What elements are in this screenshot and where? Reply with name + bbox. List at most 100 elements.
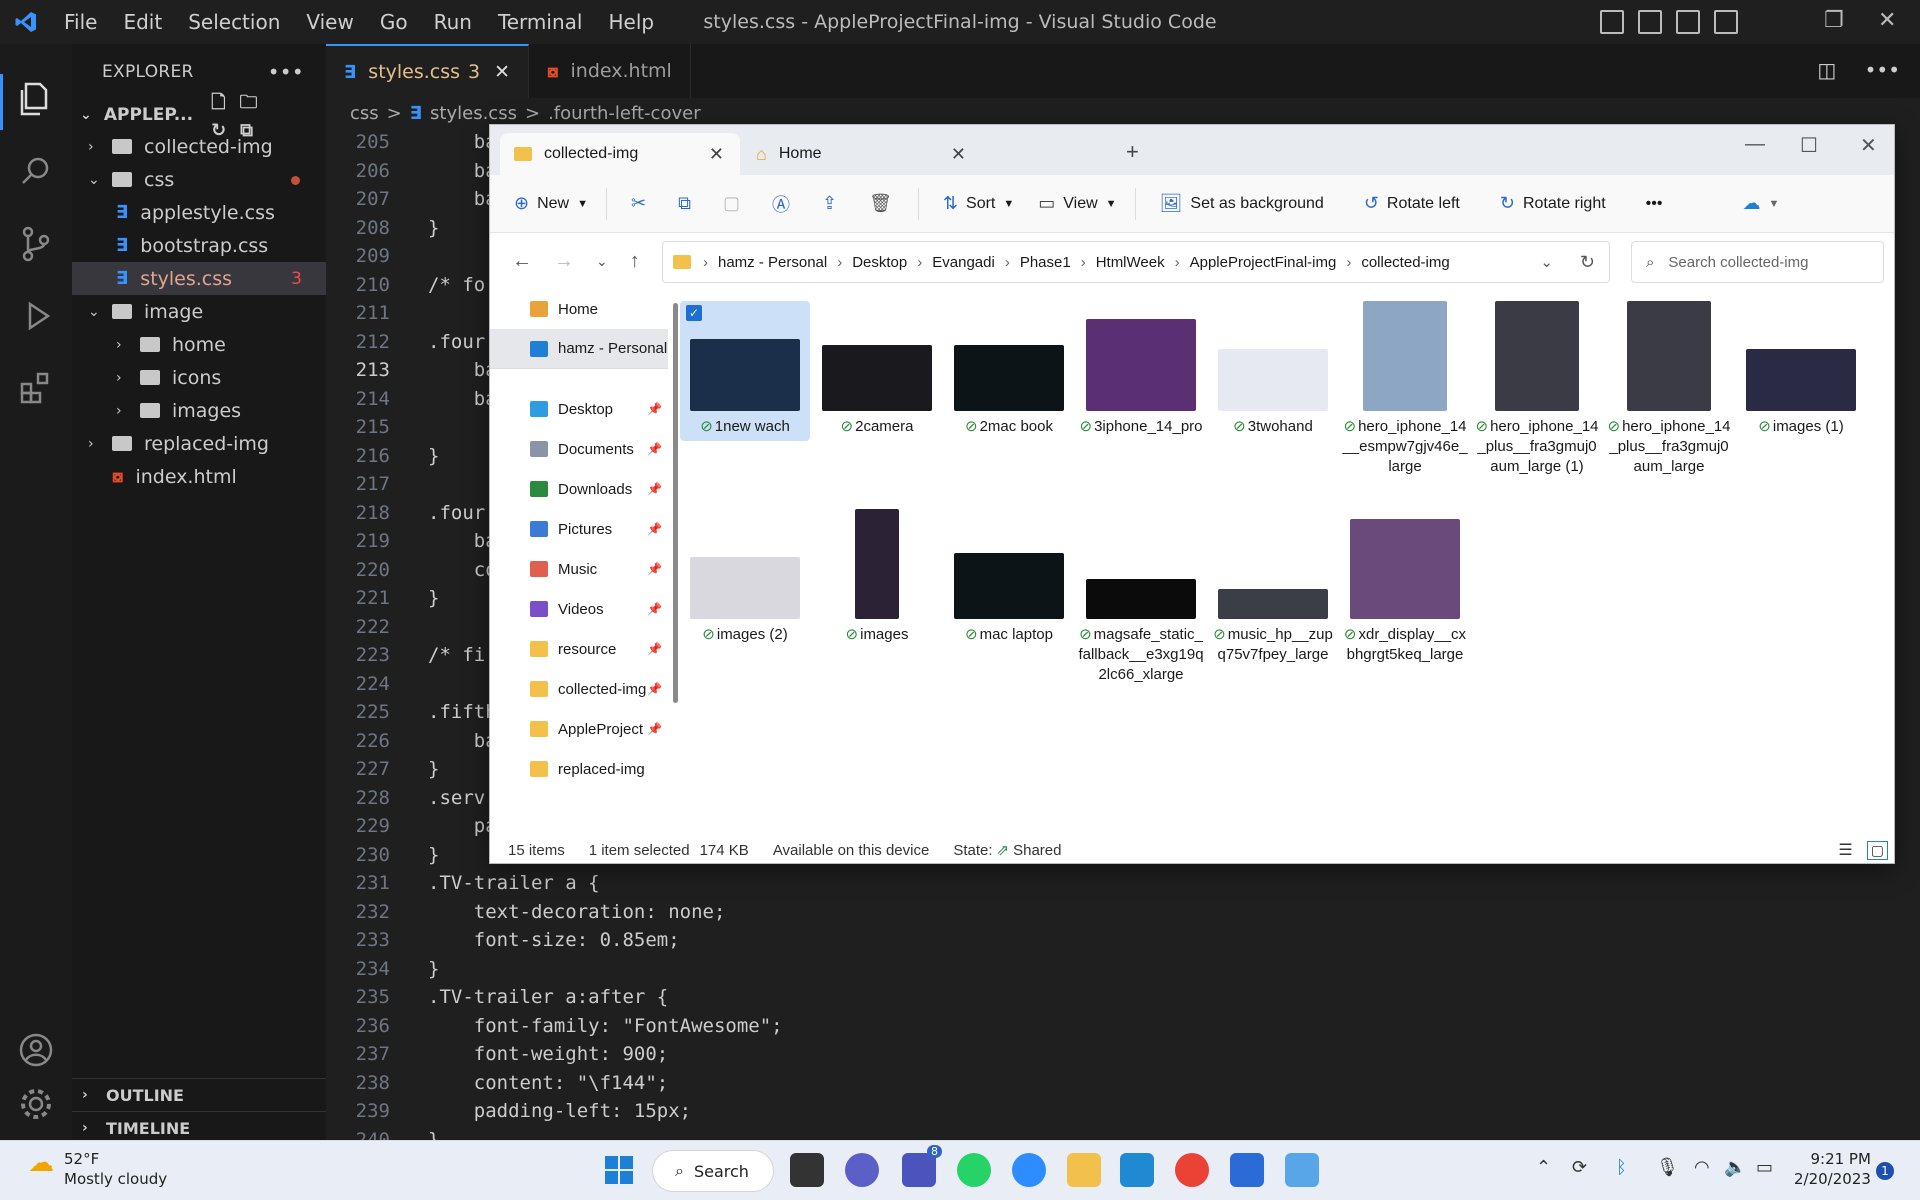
restore-icon[interactable]: ❐ xyxy=(1824,8,1844,33)
extensions-icon[interactable] xyxy=(16,368,56,408)
file-tile[interactable]: ⊘ images (2) xyxy=(680,509,810,645)
nav-item[interactable]: AppleProject 📌 xyxy=(490,709,668,749)
new-button[interactable]: ⊕ New ▼ xyxy=(514,193,588,214)
bluetooth-icon[interactable]: ᛒ xyxy=(1616,1157,1627,1178)
address-segment[interactable]: hamz - Personal xyxy=(718,254,827,271)
tree-item[interactable]: ⌄ image xyxy=(72,295,326,328)
file-tile[interactable]: ⊘ images xyxy=(812,509,942,645)
nav-item[interactable]: Downloads 📌 xyxy=(490,469,668,509)
file-explorer-icon[interactable] xyxy=(1067,1153,1101,1187)
toggle-secondary-sidebar-icon[interactable] xyxy=(1676,10,1700,34)
microphone-icon[interactable]: 🎙 xyxy=(1656,1157,1679,1178)
close-tab-icon[interactable]: ✕ xyxy=(494,61,510,83)
breadcrumb-item[interactable]: css xyxy=(350,103,379,124)
settings-gear-icon[interactable] xyxy=(16,1084,56,1124)
breadcrumb-item[interactable]: .fourth-left-cover xyxy=(548,103,701,124)
zoom-icon[interactable] xyxy=(1012,1153,1046,1187)
show-hidden-icons-icon[interactable]: ⌃ xyxy=(1536,1157,1551,1178)
notification-badge[interactable]: 1 xyxy=(1876,1162,1894,1180)
menu-run[interactable]: Run xyxy=(434,10,472,34)
nav-item[interactable]: hamz - Personal xyxy=(490,329,668,369)
nav-item[interactable]: resource 📌 xyxy=(490,629,668,669)
menu-help[interactable]: Help xyxy=(608,10,654,34)
teams-chat-icon[interactable] xyxy=(845,1153,879,1187)
onedrive-icon[interactable]: ☁ ▼ xyxy=(1742,193,1779,214)
file-tile[interactable]: ⊘ 2mac book xyxy=(944,301,1074,437)
snipping-tool-icon[interactable] xyxy=(1285,1153,1319,1187)
chevron-down-icon[interactable]: ⌄ xyxy=(1540,253,1553,271)
address-segment[interactable]: HtmlWeek xyxy=(1096,254,1165,271)
refresh-icon[interactable]: ↻ xyxy=(1580,252,1595,273)
split-editor-icon[interactable]: ◫ xyxy=(1817,58,1836,82)
toggle-sidebar-icon[interactable] xyxy=(1600,10,1624,34)
tree-item[interactable]: ∃ bootstrap.css xyxy=(72,229,326,262)
close-window-icon[interactable]: ✕ xyxy=(1860,133,1877,158)
workspace-root[interactable]: ⌄ APPLEP... 🗋🗀↻⧉ xyxy=(72,92,326,141)
sort-button[interactable]: ⇅ Sort ▼ xyxy=(943,193,1014,214)
file-tile[interactable]: ✓ ⊘ 1new wach xyxy=(680,301,810,441)
maximize-icon[interactable]: ☐ xyxy=(1800,133,1818,158)
tab-styles-css[interactable]: ∃ styles.css 3 ✕ xyxy=(326,44,530,98)
cut-icon[interactable]: ✂ xyxy=(631,193,654,214)
teams-icon[interactable]: 8 xyxy=(902,1145,942,1187)
delete-icon[interactable]: 🗑 xyxy=(869,193,900,214)
address-bar[interactable]: › hamz - Personal › Desktop › Evangadi › Ph… xyxy=(662,241,1610,283)
nav-item[interactable]: collected-img 📌 xyxy=(490,669,668,709)
breadcrumb-item[interactable]: styles.css xyxy=(430,103,517,124)
run-debug-icon[interactable] xyxy=(16,296,56,336)
file-tile[interactable]: ⊘ hero_iphone_14__esmpw7gjv46e_large xyxy=(1340,301,1470,477)
battery-icon[interactable]: ▭ xyxy=(1756,1157,1773,1178)
outline-section[interactable]: › OUTLINE xyxy=(72,1078,326,1111)
file-tile[interactable]: ⊘ hero_iphone_14_plus__fra3gmuj0aum_large… xyxy=(1472,301,1602,477)
menu-file[interactable]: File xyxy=(64,10,97,34)
tab-home[interactable]: ⌂ Home ✕ xyxy=(742,133,982,175)
search-icon[interactable] xyxy=(16,152,56,192)
set-background-button[interactable]: 🖼 Set as background xyxy=(1160,193,1324,214)
tree-item[interactable]: ⌄ css xyxy=(72,163,326,196)
tree-item[interactable]: › icons xyxy=(72,361,326,394)
customize-layout-icon[interactable] xyxy=(1714,10,1738,34)
file-tile[interactable]: ⊘ hero_iphone_14_plus__fra3gmuj0aum_large xyxy=(1604,301,1734,477)
whatsapp-icon[interactable] xyxy=(957,1153,991,1187)
file-tile[interactable]: ⊘ 2camera xyxy=(812,301,942,437)
task-view-icon[interactable] xyxy=(790,1153,824,1187)
tree-item[interactable]: ∃ styles.css 3 xyxy=(72,262,326,295)
file-tile[interactable]: ⊘ images (1) xyxy=(1736,301,1866,437)
nav-item[interactable]: Desktop 📌 xyxy=(490,389,668,429)
windows-start-icon[interactable] xyxy=(604,1155,634,1185)
nav-item[interactable]: Pictures 📌 xyxy=(490,509,668,549)
view-button[interactable]: ▭ View ▼ xyxy=(1038,193,1116,214)
menu-edit[interactable]: Edit xyxy=(123,10,162,34)
volume-icon[interactable]: 🔈 xyxy=(1724,1157,1746,1178)
toggle-panel-icon[interactable] xyxy=(1638,10,1662,34)
address-segment[interactable]: Desktop xyxy=(852,254,907,271)
new-tab-icon[interactable]: + xyxy=(1126,139,1139,165)
share-icon[interactable]: ⇪ xyxy=(822,193,845,214)
details-view-icon[interactable]: ☰ xyxy=(1838,840,1852,860)
menu-view[interactable]: View xyxy=(306,10,353,34)
weather-widget[interactable]: ☁ 52°F Mostly cloudy xyxy=(28,1149,167,1189)
tree-item[interactable]: ∃ applestyle.css xyxy=(72,196,326,229)
tab-collected-img[interactable]: collected-img ✕ xyxy=(500,133,740,175)
tab-index-html[interactable]: ⧇ index.html xyxy=(529,44,691,98)
source-control-icon[interactable] xyxy=(16,224,56,264)
tree-item[interactable]: ⧇ index.html xyxy=(72,460,326,493)
account-icon[interactable] xyxy=(16,1030,56,1070)
up-arrow-icon[interactable]: ↑ xyxy=(630,250,640,273)
menu-selection[interactable]: Selection xyxy=(188,10,280,34)
wifi-icon[interactable]: ◠ xyxy=(1694,1157,1710,1178)
nav-item[interactable]: replaced-img xyxy=(490,749,668,789)
rotate-left-button[interactable]: ↺ Rotate left xyxy=(1364,193,1460,214)
address-segment[interactable]: collected-img xyxy=(1361,254,1449,271)
rename-icon[interactable]: Ⓐ xyxy=(772,191,798,217)
more-actions-icon[interactable]: ••• xyxy=(1865,58,1900,82)
nav-item[interactable]: Videos 📌 xyxy=(490,589,668,629)
clock[interactable]: 9:21 PM 2/20/2023 xyxy=(1794,1149,1871,1189)
menu-terminal[interactable]: Terminal xyxy=(498,10,583,34)
menu-go[interactable]: Go xyxy=(380,10,408,34)
file-tile[interactable]: ⊘ xdr_display__cxbhgrgt5keq_large xyxy=(1340,509,1470,665)
more-options-button[interactable]: ••• xyxy=(1646,195,1663,213)
explorer-files-icon[interactable] xyxy=(16,78,56,118)
minimize-icon[interactable]: — xyxy=(1745,133,1765,156)
photos-icon[interactable] xyxy=(1230,1153,1264,1187)
